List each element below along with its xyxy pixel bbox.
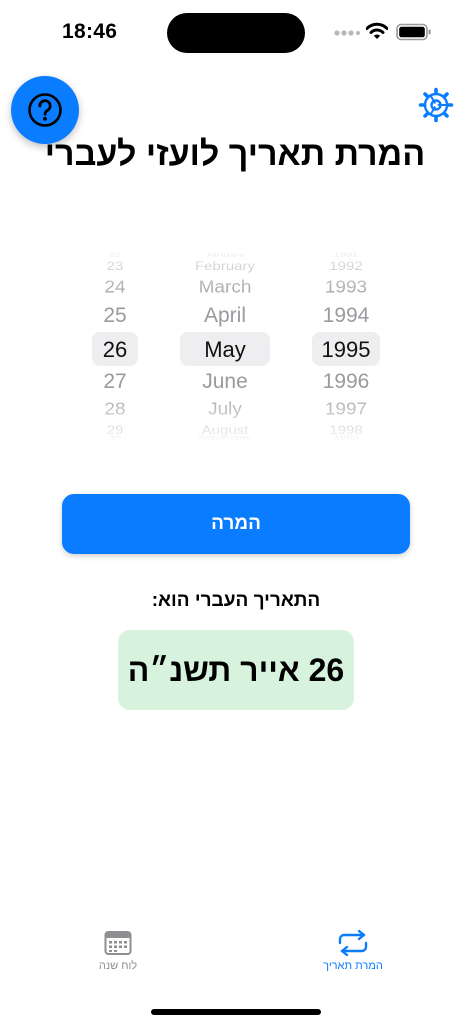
picker-year-item: 1997	[324, 400, 368, 419]
picker-year-item: 1991	[333, 252, 359, 258]
picker-month-item: April	[203, 304, 246, 327]
picker-month-item: July	[208, 400, 242, 419]
convert-button[interactable]: המרה	[62, 494, 410, 554]
picker-year-item: 1996	[322, 370, 370, 393]
picker-month-item: September	[198, 435, 252, 441]
dynamic-island	[167, 13, 305, 53]
picker-year-column[interactable]: 1991 1992 1993 1994 1995 1996 1997 1998 …	[306, 242, 386, 446]
picker-year-item: 1999	[333, 435, 359, 441]
home-indicator	[151, 1009, 321, 1015]
page-title: המרת תאריך לועזי לעברי	[44, 135, 426, 173]
picker-month-item: March	[198, 278, 252, 297]
picker-day-item: 23	[106, 259, 124, 274]
convert-arrows-icon	[338, 930, 368, 956]
calendar-icon	[104, 931, 132, 955]
picker-day-item: 25	[103, 304, 127, 327]
picker-day-selected: 26	[102, 337, 128, 362]
tab-convert-date-label: המרת תאריך	[323, 960, 383, 972]
picker-day-column[interactable]: 22 23 24 25 26 27 28 29 30	[90, 242, 140, 446]
picker-month-selected: May	[204, 337, 246, 362]
tab-calendar[interactable]: לוח שנה	[68, 930, 168, 972]
gear-icon[interactable]	[418, 87, 454, 123]
question-circle-icon	[28, 93, 62, 127]
picker-year-item: 1993	[324, 278, 368, 297]
cellular-signal-icon	[334, 30, 360, 36]
picker-year-selected: 1995	[321, 337, 371, 362]
picker-day-item: 28	[104, 400, 126, 419]
picker-year-item: 1992	[329, 259, 363, 274]
status-time: 18:46	[62, 20, 118, 43]
tab-calendar-label: לוח שנה	[98, 960, 138, 972]
tab-convert-date[interactable]: המרת תאריך	[303, 930, 403, 972]
battery-icon	[396, 23, 431, 41]
wifi-icon	[366, 22, 388, 39]
picker-month-item: February	[194, 259, 256, 274]
picker-day-item: 30	[108, 435, 122, 441]
picker-day-item: 27	[103, 370, 127, 393]
help-button[interactable]	[11, 76, 79, 144]
date-picker[interactable]: 22 23 24 25 26 27 28 29 30 January Febru…	[80, 242, 400, 446]
picker-day-item: 24	[104, 278, 126, 297]
picker-day-item: 22	[108, 252, 122, 258]
result-label: התאריך העברי הוא:	[151, 590, 321, 611]
picker-month-column[interactable]: January February March April May June Ju…	[168, 242, 282, 446]
picker-year-item: 1994	[322, 304, 370, 327]
picker-month-item: January	[205, 252, 245, 258]
picker-month-item: June	[202, 370, 248, 393]
hebrew-date-result: 26 אייר תשנ״ה	[118, 630, 354, 710]
